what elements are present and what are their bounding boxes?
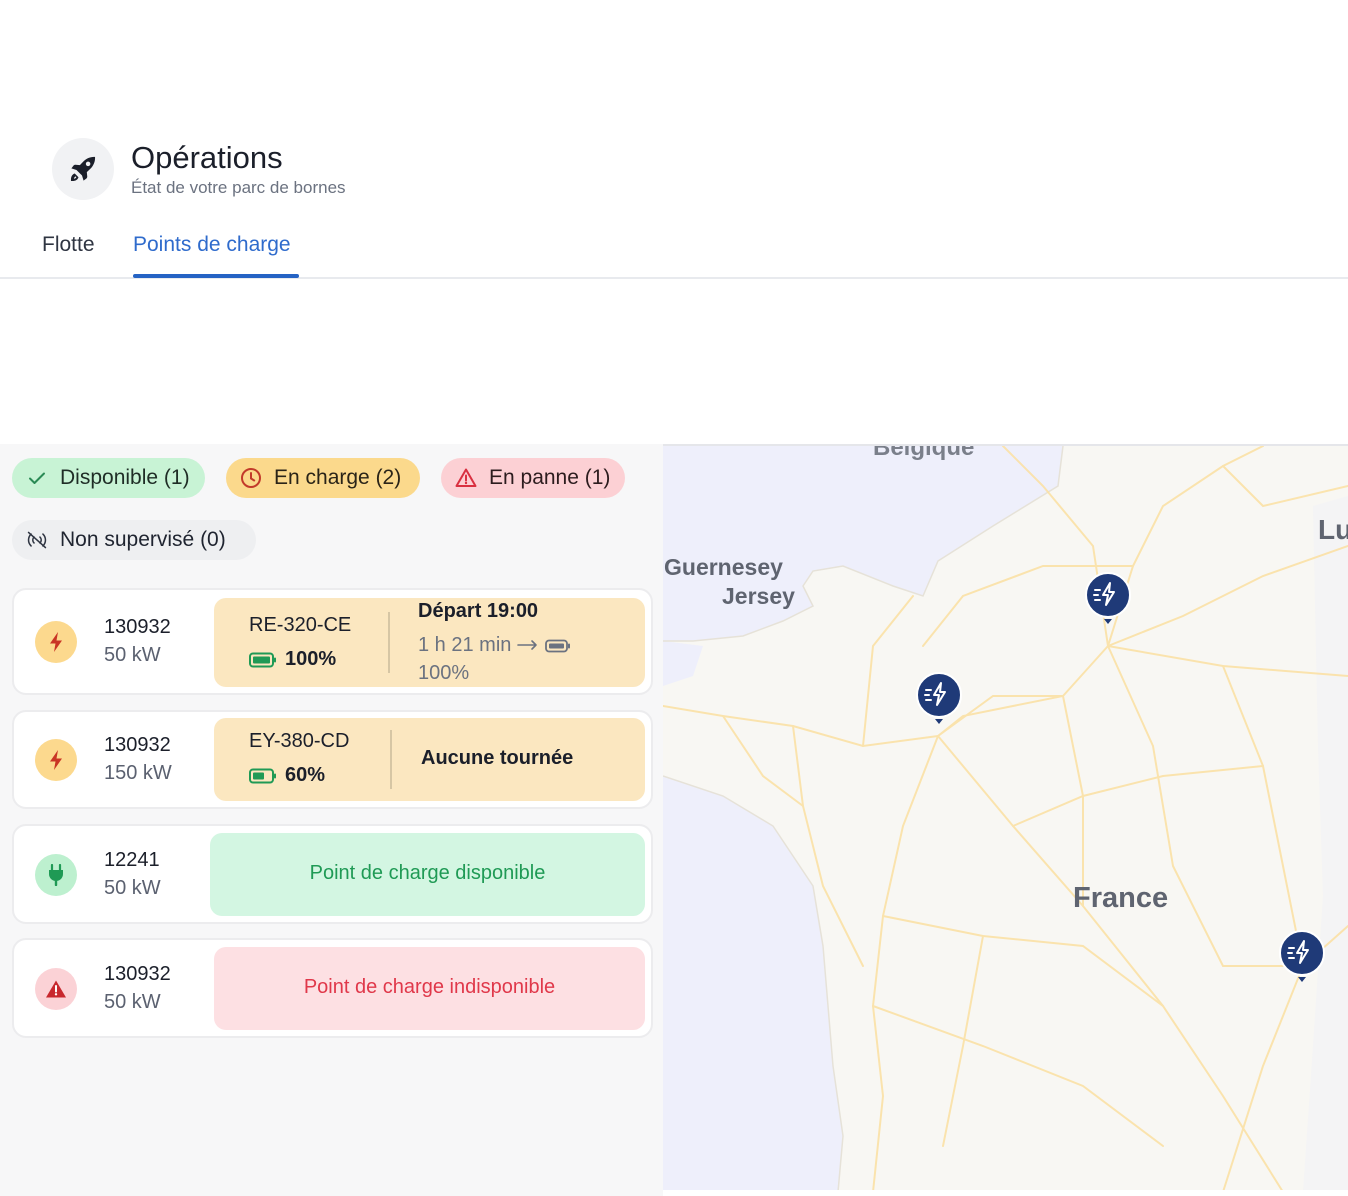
filter-en-panne-label: En panne (1) [489, 466, 611, 489]
charge-point-card[interactable]: 130932 150 kW EY-380-CD 60% Aucune tourn… [12, 710, 653, 809]
battery-level: 100% [249, 648, 336, 671]
departure-time: Départ 19:00 [418, 600, 539, 622]
battery-level: 60% [249, 764, 325, 787]
battery-percent: 100% [285, 648, 337, 670]
map-label-guernesey: Guernesey [664, 554, 783, 580]
duration-text: 1 h 21 min [418, 634, 512, 656]
map-view[interactable]: Belgique Lu Guernesey Jersey France [663, 444, 1348, 1190]
battery-percent: 60% [285, 764, 326, 786]
divider [390, 730, 392, 789]
operations-page: Opérations État de votre parc de bornes … [0, 0, 1348, 1196]
tab-flotte[interactable]: Flotte [42, 232, 95, 258]
tab-bar: Flotte Points de charge [0, 222, 1348, 279]
signal-off-icon [26, 529, 48, 551]
vehicle-plate: EY-380-CD [249, 730, 350, 752]
charge-point-card[interactable]: 130932 50 kW RE-320-CE 100% Départ 19:00… [12, 588, 653, 695]
map-marker-charging-station[interactable] [1085, 572, 1131, 624]
status-panel: Point de charge disponible [210, 833, 645, 916]
battery-outline-icon [545, 639, 571, 652]
arrow-right-icon [517, 634, 539, 657]
vehicle-session-panel: RE-320-CE 100% Départ 19:00 1 h 21 min 1… [214, 598, 645, 687]
charge-point-power: 50 kW [104, 644, 161, 666]
charge-point-id: 130932 [104, 734, 171, 756]
charge-point-power: 50 kW [104, 991, 161, 1013]
charge-point-card[interactable]: 12241 50 kW Point de charge disponible [12, 824, 653, 924]
target-charge: 100% [418, 662, 470, 684]
map-label-belgique: Belgique [873, 444, 975, 461]
warning-icon [35, 968, 77, 1010]
active-tab-indicator [133, 274, 299, 278]
filter-non-supervise-label: Non supervisé (0) [60, 528, 226, 551]
page-header: Opérations État de votre parc de bornes [52, 138, 346, 200]
filter-en-charge[interactable]: En charge (2) [226, 458, 420, 498]
charge-point-id: 130932 [104, 616, 171, 638]
rocket-icon [52, 138, 114, 200]
charge-point-id: 130932 [104, 963, 171, 985]
charge-point-card[interactable]: 130932 50 kW Point de charge indisponibl… [12, 938, 653, 1038]
charge-points-panel: Disponible (1) En charge (2) En panne (1… [0, 444, 663, 1196]
tour-status: Aucune tournée [421, 747, 574, 769]
map-marker-charging-station[interactable] [916, 672, 962, 724]
filter-en-panne[interactable]: En panne (1) [441, 458, 625, 498]
vehicle-session-panel: EY-380-CD 60% Aucune tournée [214, 718, 645, 801]
page-subtitle: État de votre parc de bornes [131, 178, 346, 197]
lightning-icon [35, 739, 77, 781]
tab-points-de-charge[interactable]: Points de charge [133, 232, 291, 258]
check-icon [26, 467, 48, 489]
warning-icon [455, 467, 477, 489]
map-label-lu: Lu [1318, 514, 1348, 545]
status-panel: Point de charge indisponible [214, 947, 645, 1030]
plug-icon [35, 854, 77, 896]
charge-point-power: 50 kW [104, 877, 161, 899]
availability-message: Point de charge indisponible [303, 976, 556, 998]
divider [388, 612, 390, 673]
vehicle-plate: RE-320-CE [249, 614, 352, 636]
charge-duration: 1 h 21 min [418, 634, 571, 657]
clock-icon [240, 467, 262, 489]
filter-disponible[interactable]: Disponible (1) [12, 458, 205, 498]
filter-non-supervise[interactable]: Non supervisé (0) [12, 520, 256, 560]
filter-en-charge-label: En charge (2) [274, 466, 402, 489]
filter-disponible-label: Disponible (1) [60, 466, 190, 489]
battery-icon [249, 652, 276, 667]
charge-point-id: 12241 [104, 849, 160, 871]
map-label-jersey: Jersey [722, 583, 795, 609]
map-marker-charging-station[interactable] [1279, 930, 1325, 982]
battery-icon [249, 768, 276, 783]
map-label-france: France [1073, 882, 1169, 914]
charge-point-power: 150 kW [104, 762, 172, 784]
lightning-icon [35, 621, 77, 663]
page-title: Opérations [131, 140, 283, 175]
availability-message: Point de charge disponible [309, 862, 546, 884]
